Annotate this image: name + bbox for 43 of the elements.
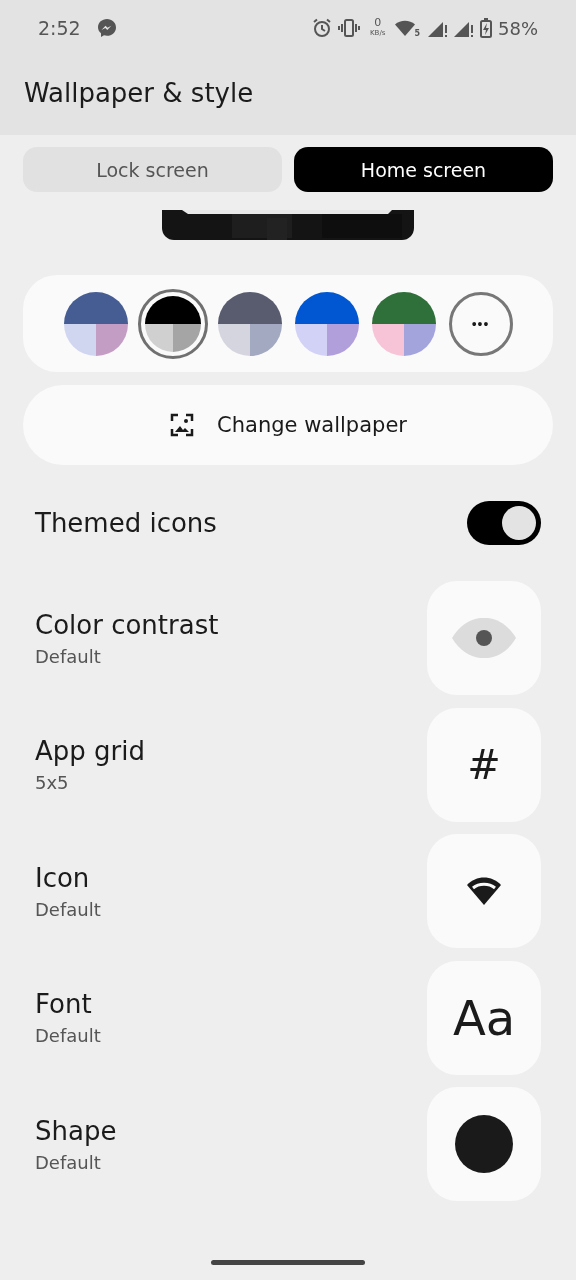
setting-title: Font [35,989,93,1019]
preview-text: # [467,741,501,788]
preview-text: Aa [452,989,516,1046]
setting-title: App grid [35,736,145,766]
setting-value: 5x5 [35,772,70,793]
setting-value: Default [35,1151,102,1173]
preview-tile[interactable] [427,581,541,695]
shape-circle [455,1115,513,1173]
preview-tile[interactable] [427,834,541,948]
setting-value: Default [35,898,101,920]
wifi-label: 5 [414,29,420,38]
screen-tab[interactable]: Home screen [294,147,553,192]
setting-title: Color contrast [35,609,219,640]
navigation-handle[interactable] [211,1260,365,1265]
image-icon [169,412,196,438]
preview-tile[interactable] [427,1087,541,1201]
screen-tab[interactable]: Lock screen [23,147,282,192]
battery-level: 58% [498,17,538,39]
color-swatch[interactable] [217,291,282,356]
setting-title: Shape [35,1115,117,1146]
setting-title: Themed icons [35,508,217,538]
wifi-icon [467,877,501,905]
preview-tile[interactable]: Aa [427,960,541,1075]
page-title: Wallpaper & style [23,77,255,108]
color-swatch[interactable] [294,291,359,356]
alarm-icon [312,18,332,38]
color-swatch[interactable] [63,291,128,356]
setting-title: Icon [35,862,91,893]
setting-value: Default [35,645,102,667]
color-swatch[interactable] [371,291,436,356]
vibrate-icon [338,18,360,38]
status-time: 2:52 [38,17,81,39]
messenger-icon [96,18,117,38]
eye-icon [452,618,516,658]
color-swatch[interactable] [137,288,208,359]
battery-charging-icon [480,18,492,38]
net-speed: 0 [374,18,382,28]
change-wallpaper-button[interactable]: Change wallpaper [23,385,553,465]
preview-tile[interactable]: # [427,707,541,822]
setting-value: Default [35,1025,101,1046]
wifi-icon [395,20,416,36]
more-colors-button[interactable]: ••• [448,291,513,356]
toggle-switch[interactable] [467,501,541,545]
